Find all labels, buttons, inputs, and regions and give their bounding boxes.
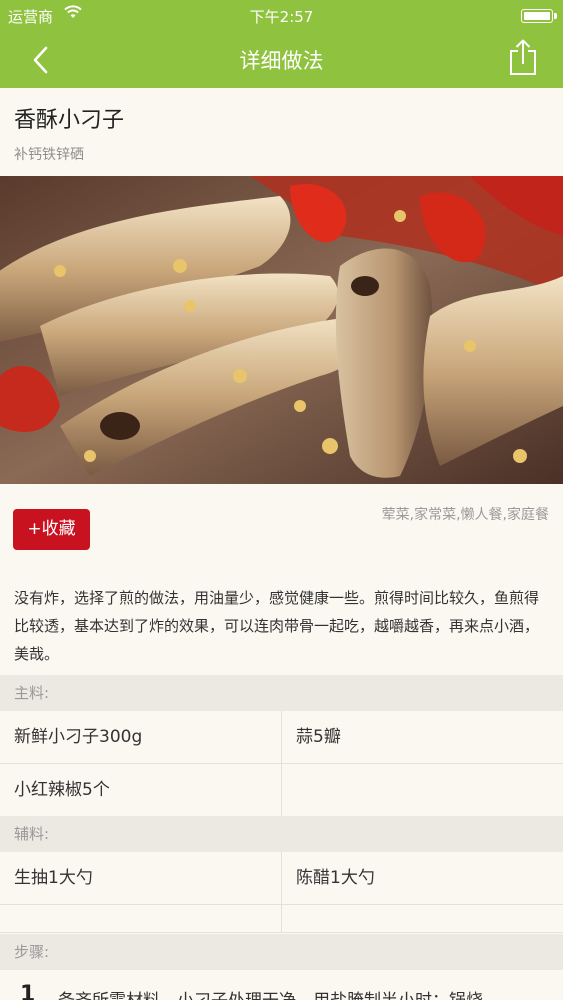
page-title: 详细做法 xyxy=(239,49,324,73)
recipe-description: 没有炸，选择了煎的做法，用油量少，感觉健康一些。煎得时间比较久，鱼煎得比较透，基… xyxy=(14,589,540,663)
dish-photo xyxy=(0,176,563,484)
main-ingredients-header: 主料: xyxy=(0,675,563,711)
secondary-ingredients-grid: 生抽1大勺 陈醋1大勺 xyxy=(0,852,563,933)
navigation-bar: 详细做法 xyxy=(0,32,563,88)
recipe-tags: 荤菜,家常菜,懒人餐,家庭餐 xyxy=(381,507,549,523)
main-ingredients-grid: 新鲜小刁子300g 蒜5瓣 小红辣椒5个 xyxy=(0,711,563,817)
steps-header: 步骤: xyxy=(0,934,563,970)
ingredient-cell: 小红辣椒5个 xyxy=(14,780,110,800)
ingredient-cell xyxy=(281,764,563,816)
ingredient-row: 生抽1大勺 陈醋1大勺 xyxy=(0,852,563,905)
step-number: 1 xyxy=(20,982,36,1000)
status-bar: 运营商 下午2:57 xyxy=(0,0,563,32)
share-icon[interactable] xyxy=(507,38,539,78)
recipe-title: 香酥小刁子 xyxy=(14,108,125,133)
step-text: 备齐所需材料，小刁子处理干净，用盐腌制半小时；锅烧 xyxy=(58,986,558,1000)
secondary-ingredients-header: 辅料: xyxy=(0,816,563,852)
ingredient-cell xyxy=(281,905,563,932)
ingredient-row xyxy=(0,905,563,933)
add-favorite-button[interactable]: +收藏 xyxy=(13,509,90,550)
status-time: 下午2:57 xyxy=(249,8,314,26)
ingredient-cell: 新鲜小刁子300g xyxy=(14,727,143,747)
ingredient-cell: 陈醋1大勺 xyxy=(281,852,563,904)
ingredient-cell: 蒜5瓣 xyxy=(281,711,563,763)
recipe-header: 香酥小刁子 补钙铁锌硒 xyxy=(0,88,563,176)
step-item: 1 备齐所需材料，小刁子处理干净，用盐腌制半小时；锅烧 xyxy=(0,970,563,1000)
battery-icon xyxy=(521,9,557,23)
ingredient-cell xyxy=(0,905,281,932)
recipe-subtitle: 补钙铁锌硒 xyxy=(14,147,84,163)
ingredient-row: 小红辣椒5个 xyxy=(0,764,563,817)
ingredient-cell: 生抽1大勺 xyxy=(14,868,93,888)
ingredient-row: 新鲜小刁子300g 蒜5瓣 xyxy=(0,711,563,764)
